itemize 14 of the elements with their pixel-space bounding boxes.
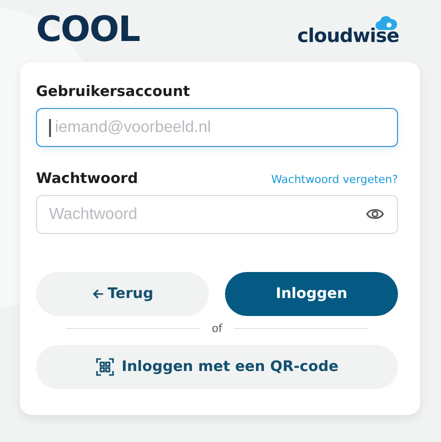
brand-logo: COOL xyxy=(36,13,140,48)
field-label: Wachtwoord xyxy=(36,171,138,187)
qr-code-icon xyxy=(96,358,114,376)
separator-text: of xyxy=(212,322,222,335)
password-field[interactable]: Wachtwoord xyxy=(36,195,398,234)
partner-logo: cloudwise xyxy=(297,27,399,46)
eye-icon[interactable] xyxy=(366,207,384,221)
text-cursor xyxy=(49,119,50,137)
back-button[interactable]: Terug xyxy=(36,272,209,316)
login-button[interactable]: Inloggen xyxy=(225,272,398,316)
field-label: Gebruikersaccount xyxy=(36,84,190,100)
qr-login-button[interactable]: Inloggen met een QR-code xyxy=(36,345,398,389)
arrow-left-icon xyxy=(92,288,104,300)
username-field[interactable]: iemand@voorbeeld.nl xyxy=(36,108,398,147)
